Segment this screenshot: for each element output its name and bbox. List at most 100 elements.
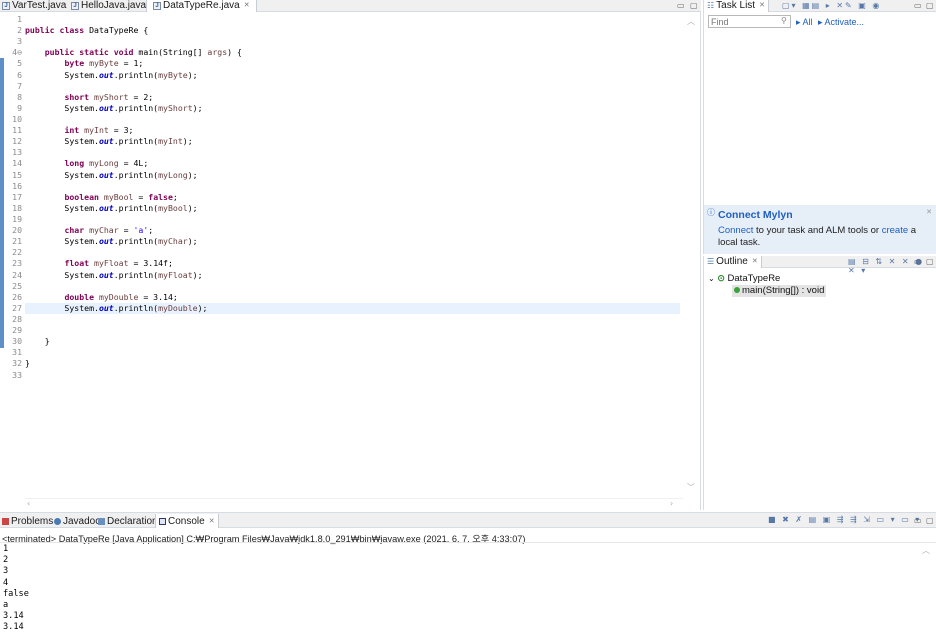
- tab-outline[interactable]: ☰ Outline ✕: [704, 256, 762, 268]
- code-line[interactable]: ​: [25, 147, 680, 158]
- console-output[interactable]: 1 2 3 4 false a 3.14 3.14: [3, 544, 29, 634]
- code-line[interactable]: ​: [25, 370, 680, 381]
- code-line[interactable]: ​: [25, 347, 680, 358]
- scroll-down-icon[interactable]: ﹀: [687, 482, 695, 493]
- maximize-icon[interactable]: ▢: [926, 515, 934, 526]
- connect-mylyn-panel: ⓘ Connect Mylyn ✕ Connect to your task a…: [704, 205, 936, 254]
- line-number: 9: [17, 102, 22, 113]
- scroll-up-icon[interactable]: ︿: [922, 545, 930, 556]
- close-icon[interactable]: ✕: [926, 208, 932, 216]
- line-number: 7: [17, 80, 22, 91]
- minimize-icon[interactable]: ▭: [677, 0, 685, 11]
- problems-icon: [2, 517, 9, 525]
- code-line[interactable]: float myFloat = 3.14f;: [25, 258, 680, 269]
- tab-hellojava[interactable]: J HelloJava.java: [71, 0, 146, 12]
- tab-problems[interactable]: Problems: [2, 514, 53, 528]
- code-line[interactable]: ​: [25, 14, 680, 25]
- code-line[interactable]: System.out.println(myLong);: [25, 170, 680, 181]
- close-icon[interactable]: ✕: [759, 0, 765, 12]
- minimize-icon[interactable]: ▭: [914, 256, 922, 267]
- outline-class-node[interactable]: ⌄ ⊙ DataTypeRe: [708, 272, 780, 285]
- code-line[interactable]: ​: [25, 81, 680, 92]
- task-find-input[interactable]: [708, 15, 791, 28]
- chevron-down-icon[interactable]: ⌄: [708, 274, 715, 283]
- line-number: 24: [12, 269, 22, 280]
- line-number: 5: [17, 58, 22, 69]
- line-number: 10: [12, 113, 22, 124]
- tab-label: Problems: [11, 515, 54, 527]
- close-icon[interactable]: ✕: [752, 256, 758, 268]
- search-icon[interactable]: ⚲: [781, 16, 787, 25]
- tab-task-list[interactable]: ☷ Task List ✕: [704, 0, 769, 12]
- code-line[interactable]: boolean myBool = false;: [25, 192, 680, 203]
- code-line[interactable]: int myInt = 3;: [25, 125, 680, 136]
- minimize-icon[interactable]: ▭: [914, 0, 922, 11]
- code-line[interactable]: ​: [25, 114, 680, 125]
- code-line[interactable]: ​: [25, 214, 680, 225]
- line-number: 13: [12, 147, 22, 158]
- close-icon[interactable]: ✕: [244, 0, 250, 12]
- bottom-tab-bar: Problems Javadoc Declaration Console ✕ ■…: [0, 513, 936, 528]
- code-line[interactable]: System.out.println(myInt);: [25, 136, 680, 147]
- javadoc-icon: [54, 517, 61, 525]
- tab-vartest[interactable]: J VarTest.java: [2, 0, 66, 12]
- line-number: 23: [12, 258, 22, 269]
- tab-declaration[interactable]: Declaration: [98, 514, 158, 528]
- scroll-up-icon[interactable]: ︿: [687, 16, 695, 27]
- outline-method-node[interactable]: main(String[]) : void: [732, 285, 827, 297]
- code-line[interactable]: public class DataTypeRe {: [25, 25, 680, 36]
- console-line: 4: [3, 577, 9, 588]
- activate-link[interactable]: ▸ Activate...: [818, 17, 864, 28]
- code-line[interactable]: System.out.println(myBool);: [25, 203, 680, 214]
- line-number: 29: [12, 325, 22, 336]
- code-line[interactable]: ​: [25, 314, 680, 325]
- connect-link[interactable]: Connect: [718, 225, 753, 236]
- tab-datatypere[interactable]: J DataTypeRe.java ✕: [146, 0, 257, 12]
- tab-console[interactable]: Console ✕: [155, 514, 219, 528]
- code-line[interactable]: ​: [25, 281, 680, 292]
- line-number: 25: [12, 280, 22, 291]
- code-line[interactable]: }: [25, 336, 680, 347]
- code-line[interactable]: System.out.println(myDouble);: [25, 302, 680, 314]
- line-number: 3: [17, 36, 22, 47]
- scroll-left-icon[interactable]: ‹: [27, 499, 30, 508]
- create-link[interactable]: create: [882, 225, 908, 236]
- code-line[interactable]: public static void main(String[] args) {: [25, 47, 680, 58]
- code-line[interactable]: short myShort = 2;: [25, 92, 680, 103]
- code-editor[interactable]: 1 2 3 4⊖ 5 6 7 8 9 10 11 12 13 14 15 16 17 18 19 20 21 22 23 24…: [0, 12, 701, 510]
- line-number-gutter: 1 2 3 4⊖ 5 6 7 8 9 10 11 12 13 14 15 16 17 18 19 20 21 22 23 24…: [6, 14, 22, 381]
- line-number: 17: [12, 191, 22, 202]
- maximize-icon[interactable]: ▢: [926, 256, 934, 267]
- console-toolbar-icons[interactable]: ■ ✖ ✗ ▤ ▣ ⇶ ⇶ ⇲ ▭ ▾ ▭ ▾: [768, 515, 921, 524]
- scroll-right-icon[interactable]: ›: [670, 499, 673, 508]
- maximize-icon[interactable]: ▢: [690, 0, 698, 11]
- source-code[interactable]: ​public class DataTypeRe {​ public stati…: [25, 14, 680, 381]
- code-line[interactable]: ​: [25, 181, 680, 192]
- code-line[interactable]: System.out.println(myChar);: [25, 236, 680, 247]
- code-line[interactable]: char myChar = 'a';: [25, 225, 680, 236]
- code-line[interactable]: ​: [25, 325, 680, 336]
- code-line[interactable]: long myLong = 4L;: [25, 158, 680, 169]
- code-line[interactable]: System.out.println(myShort);: [25, 103, 680, 114]
- line-number: 22: [12, 247, 22, 258]
- close-icon[interactable]: ✕: [209, 515, 215, 528]
- code-line[interactable]: System.out.println(myByte);: [25, 70, 680, 81]
- code-line[interactable]: }: [25, 358, 680, 369]
- code-line[interactable]: ​: [25, 36, 680, 47]
- vertical-scrollbar[interactable]: ︿ ﹀: [682, 12, 700, 510]
- mylyn-title: Connect Mylyn: [718, 209, 793, 221]
- task-toolbar-icons[interactable]: ▢▾ ▦▤ ▸ ✕✎ ▣ ◉: [782, 1, 881, 10]
- horizontal-scrollbar[interactable]: ‹ ›: [25, 498, 683, 510]
- maximize-icon[interactable]: ▢: [926, 0, 934, 11]
- code-line[interactable]: double myDouble = 3.14;: [25, 292, 680, 303]
- code-line[interactable]: byte myByte = 1;: [25, 58, 680, 69]
- minimize-icon[interactable]: ▭: [914, 515, 922, 526]
- line-number: 16: [12, 180, 22, 191]
- outline-toolbar-icons[interactable]: ▤ ⊟ ⇅ ✕ ✕ ● ✕ ▾: [848, 257, 936, 275]
- task-list-header: ☷ Task List ✕ ▢▾ ▦▤ ▸ ✕✎ ▣ ◉ ▭ ▢: [704, 0, 936, 12]
- code-line[interactable]: System.out.println(myFloat);: [25, 270, 680, 281]
- tab-javadoc[interactable]: Javadoc: [54, 514, 100, 528]
- code-line[interactable]: ​: [25, 247, 680, 258]
- filter-all-link[interactable]: ▸ All: [796, 17, 813, 28]
- tab-label: Declaration: [107, 515, 158, 527]
